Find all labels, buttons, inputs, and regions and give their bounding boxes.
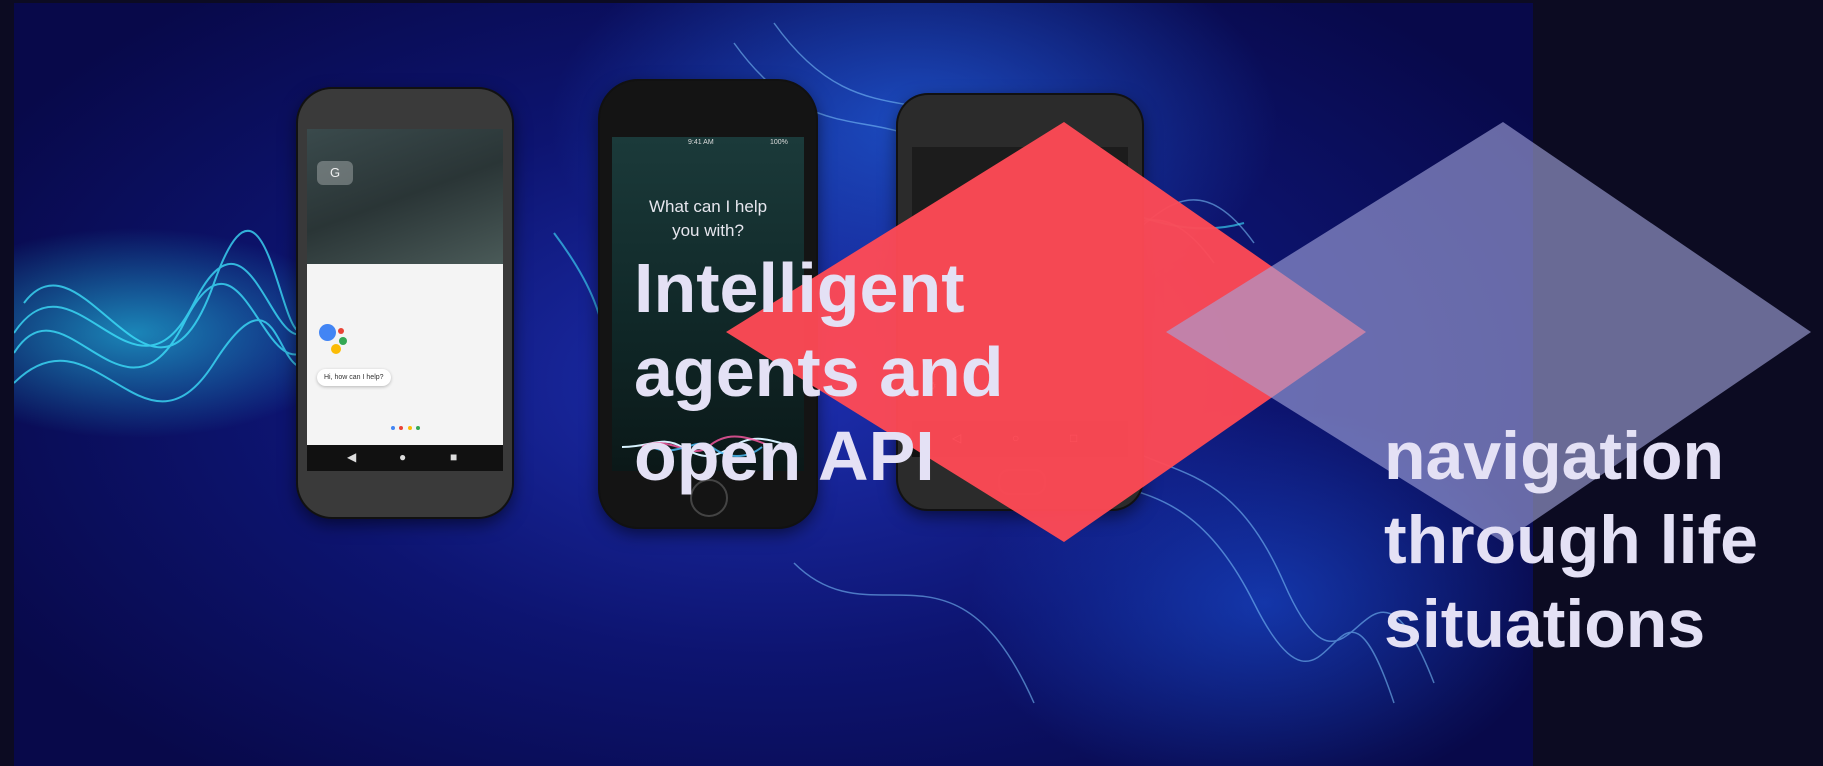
- headline-navigation: navigation through life situations: [1384, 414, 1758, 666]
- headline-right-line-1: navigation: [1384, 418, 1725, 494]
- headline-left-line-3: open API: [634, 417, 935, 495]
- headline-left-line-1: Intelligent: [634, 249, 965, 327]
- headline-left-line-2: agents and: [634, 333, 1004, 411]
- headline-intelligent-agents: Intelligent agents and open API: [634, 246, 1004, 498]
- headline-right-line-3: situations: [1384, 586, 1706, 662]
- slide: G Hi, how can I help? ◀ ● ■ 9:41 AM 100%…: [0, 0, 1823, 766]
- headline-right-line-2: through life: [1384, 502, 1758, 578]
